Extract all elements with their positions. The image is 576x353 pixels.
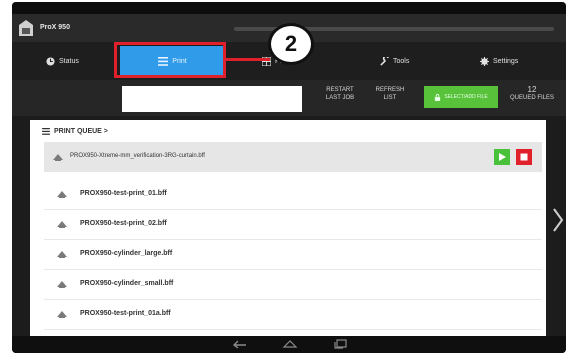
refresh-sublabel: LIST	[383, 95, 397, 101]
file-name: PROX950-test-print_02.bff	[80, 220, 167, 227]
restart-label: RESTART	[326, 87, 354, 93]
tab-settings-label: Settings	[493, 57, 519, 65]
file-name: PROX950-cylinder_small.bff	[80, 280, 174, 287]
stop-button[interactable]	[516, 149, 532, 165]
stop-icon	[520, 153, 528, 161]
tab-tools-label: Tools	[393, 57, 410, 65]
select-add-file-button[interactable]: SELECT/ADD FILE	[424, 86, 498, 108]
select-add-file-label: SELECT/ADD FILE	[444, 94, 488, 100]
file-list-item[interactable]: PROX950-cylinder_small.bff	[44, 270, 542, 300]
tab-status-label: Status	[59, 57, 79, 65]
file-list-item[interactable]: PROX950-test-print_01a.bff	[44, 300, 542, 330]
queued-count: 12	[527, 85, 537, 94]
gear-icon	[480, 56, 489, 66]
search-input[interactable]	[122, 86, 302, 112]
app-title: ProX 950	[40, 24, 70, 31]
restart-sublabel: LAST JOB	[325, 95, 355, 101]
lock-icon	[435, 93, 441, 101]
queued-files-counter: 12 QUEUED FILES	[502, 86, 562, 110]
system-status-bar	[12, 2, 566, 14]
file-name: PROX950-test-print_01a.bff	[80, 310, 171, 317]
clock-icon	[46, 56, 55, 66]
wrench-icon	[380, 56, 389, 66]
back-icon[interactable]	[232, 339, 248, 349]
tab-settings[interactable]: Settings	[480, 50, 518, 72]
printer-logo-icon	[19, 20, 33, 36]
recent-apps-icon[interactable]	[334, 339, 348, 349]
file-list-item[interactable]: PROX950-test-print_01.bff	[44, 180, 542, 210]
active-print-row[interactable]: PROX950-Xtreme-mm_verification-3RG-curta…	[44, 142, 542, 172]
menu-icon	[42, 128, 50, 135]
print-job-icon	[57, 281, 67, 288]
file-list: PROX950-test-print_01.bff PROX950-test-p…	[44, 180, 542, 330]
print-queue-title: PRINT QUEUE >	[54, 128, 108, 135]
restart-last-job-button[interactable]: RESTART LAST JOB	[318, 86, 362, 110]
print-job-icon	[53, 154, 63, 161]
home-icon[interactable]	[282, 339, 298, 349]
chevron-right-icon[interactable]	[552, 207, 564, 233]
print-job-icon	[57, 311, 67, 318]
tab-status[interactable]: Status	[46, 50, 79, 72]
print-job-icon	[57, 251, 67, 258]
file-list-item[interactable]: PROX950-test-print_02.bff	[44, 210, 542, 240]
file-list-item[interactable]: PROX950-cylinder_large.bff	[44, 240, 542, 270]
callout-connector-line	[223, 58, 270, 61]
play-button[interactable]	[494, 149, 510, 165]
highlight-print-tab-box	[114, 42, 226, 78]
queue-controls: RESTART LAST JOB REFRESH LIST SELECT/ADD…	[12, 80, 566, 116]
print-job-icon	[57, 191, 67, 198]
print-job-icon	[57, 221, 67, 228]
queued-label: QUEUED FILES	[509, 95, 554, 101]
step-callout: 2	[268, 23, 314, 65]
print-queue-header[interactable]: PRINT QUEUE >	[42, 128, 108, 135]
tab-tools[interactable]: Tools	[380, 50, 409, 72]
play-icon	[499, 153, 506, 161]
refresh-label: REFRESH	[375, 87, 405, 93]
file-name: PROX950-cylinder_large.bff	[80, 250, 173, 257]
print-queue-card: PRINT QUEUE > PROX950-Xtreme-mm_verifica…	[30, 120, 546, 338]
android-nav-bar	[12, 336, 566, 353]
step-number: 2	[284, 31, 298, 56]
file-name: PROX950-test-print_01.bff	[80, 190, 167, 197]
refresh-list-button[interactable]: REFRESH LIST	[368, 86, 412, 110]
active-file-name: PROX950-Xtreme-mm_verification-3RG-curta…	[70, 153, 205, 159]
